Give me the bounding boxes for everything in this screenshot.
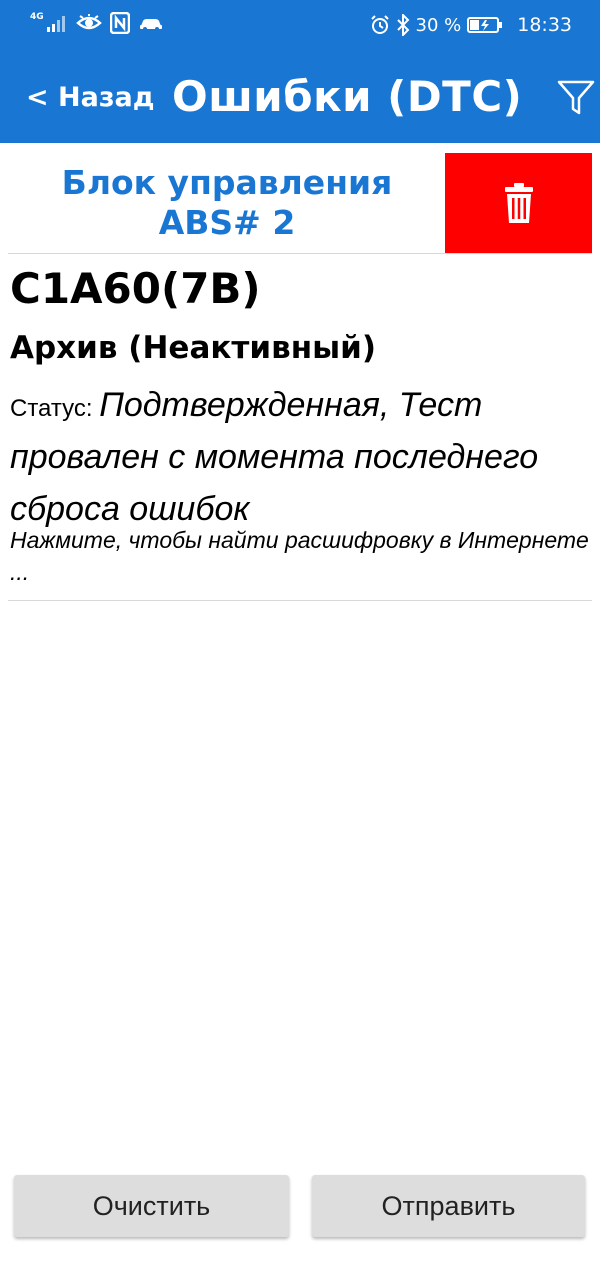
status-bar: 4G 30 % 18:33 [0,0,600,52]
dtc-status: Статус: Подтвержденная, Тест провален с … [10,382,590,538]
trash-icon [504,183,533,223]
alarm-icon [370,15,389,34]
bluetooth-icon [396,14,409,36]
ecu-title: Блок управления ABS# 2 [61,163,393,242]
filter-button[interactable] [556,78,596,118]
dtc-status-label: Статус: [10,395,100,422]
delete-button[interactable] [445,153,592,253]
app-bar: 4G 30 % 18:33 < Назад Ошибки (DTC) [0,0,600,143]
dtc-search-hint[interactable]: Нажмите, чтобы найти расшифровку в Интер… [10,524,590,588]
ecu-header: Блок управления ABS# 2 [8,143,592,254]
clock: 18:33 [517,14,572,36]
dtc-archive-state: Архив (Неактивный) [10,330,377,366]
signal-icon [46,16,65,32]
nfc-icon [109,12,130,34]
toolbar: < Назад Ошибки (DTC) [0,52,600,143]
filter-icon [557,80,595,115]
dtc-code: C1A60(7B) [10,264,261,313]
battery-icon [467,17,503,33]
dtc-list-item[interactable]: C1A60(7B) Архив (Неактивный) Статус: Под… [8,254,592,601]
status-icons-right: 30 % 18:33 [370,14,572,36]
status-icons-left: 4G [30,12,164,34]
back-button[interactable]: < Назад [26,82,155,113]
send-button[interactable]: Отправить [312,1175,585,1237]
network-type-label: 4G [30,11,44,22]
clear-button[interactable]: Очистить [14,1175,289,1237]
page-title: Ошибки (DTC) [172,72,523,121]
car-icon [139,19,162,31]
battery-percent: 30 % [415,14,462,36]
eye-icon [75,14,102,30]
